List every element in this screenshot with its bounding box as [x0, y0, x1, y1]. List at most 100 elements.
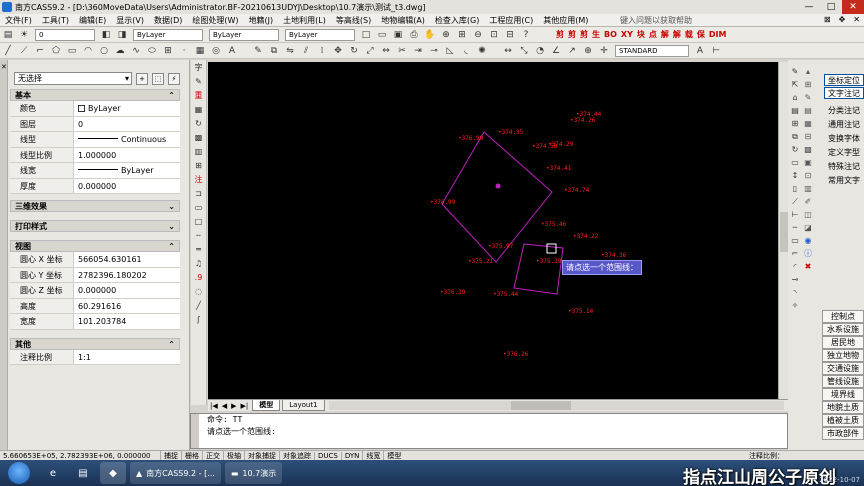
menu-check[interactable]: 检查入库(G) — [430, 15, 484, 26]
command-window-handle[interactable] — [191, 414, 199, 448]
zoom-realtime-icon[interactable]: ⊕ — [440, 29, 452, 41]
line-icon[interactable]: ╱ — [2, 45, 14, 57]
palette-titlebar[interactable]: ✕ — [0, 60, 8, 450]
dim-angular-icon[interactable]: ∠ — [550, 45, 562, 57]
tab-first-icon[interactable]: |◀ — [208, 402, 220, 410]
restore-doc-icon[interactable]: ⊠ — [824, 15, 831, 24]
color-select[interactable]: ByLayer — [133, 28, 203, 41]
prop-row-color[interactable]: 颜色 ByLayer — [10, 101, 180, 117]
section-view[interactable]: 视图 ⌃ — [10, 240, 180, 252]
selection-dropdown[interactable]: 无选择 — [14, 72, 132, 85]
toggle-grid[interactable]: 栅格 — [181, 450, 202, 461]
xline-icon[interactable]: ⟋ — [18, 45, 30, 57]
minimize-button[interactable]: — — [798, 0, 820, 14]
section-other[interactable]: 其他 ⌃ — [10, 337, 180, 350]
grid-tool-icon[interactable]: ⊞ — [193, 160, 205, 172]
prop-row-ltscale[interactable]: 线型比例 1.000000 — [10, 147, 180, 163]
line-tool-icon[interactable]: ╱ — [193, 300, 205, 312]
grid-icon[interactable]: ⊞ — [789, 118, 801, 130]
menu-pipeline-facilities[interactable]: 管线设施 — [822, 375, 864, 388]
properties-icon[interactable]: ⊡ — [488, 29, 500, 41]
info-icon[interactable]: ⓘ — [802, 248, 814, 260]
table-icon[interactable]: ⊟ — [802, 131, 814, 143]
polygon-icon[interactable]: ⬠ — [50, 45, 62, 57]
tab-prev-icon[interactable]: ◀ — [220, 402, 229, 410]
box-tool-icon[interactable]: □ — [193, 216, 205, 228]
elevation-point-label[interactable]: •375.44 — [493, 291, 519, 298]
menu-other[interactable]: 其他应用(M) — [538, 15, 593, 26]
hscroll-thumb[interactable] — [510, 401, 571, 410]
leader-icon[interactable]: ↗ — [566, 45, 578, 57]
fillet-icon[interactable]: ◟ — [460, 45, 472, 57]
measure-icon[interactable]: ⊢ — [789, 209, 801, 221]
menu-independent-features[interactable]: 独立地物 — [822, 349, 864, 362]
chamfer-icon[interactable]: ◺ — [444, 45, 456, 57]
lineweight-select[interactable]: ByLayer — [285, 28, 355, 41]
stretch-icon[interactable]: ⇔ — [380, 45, 392, 57]
toggle-dyn[interactable]: DYN — [340, 451, 363, 460]
lightbulb-icon[interactable]: ☀ — [18, 29, 30, 41]
scale-icon[interactable]: ⤢ — [364, 45, 376, 57]
prop-row-layer[interactable]: 图层 0 — [10, 116, 180, 132]
menu-tools[interactable]: 工具(T) — [37, 15, 74, 26]
toggle-snap[interactable]: 捕捉 — [160, 450, 181, 461]
elevation-point-label[interactable]: •375.39 — [536, 258, 562, 265]
tool-icon[interactable]: ✧ — [789, 300, 801, 312]
toggle-lineweight[interactable]: 线宽 — [362, 450, 383, 461]
frame-icon[interactable]: ▭ — [789, 157, 801, 169]
pickadd-icon[interactable]: + — [136, 72, 148, 85]
tab-model[interactable]: 模型 — [252, 400, 281, 411]
box4-icon[interactable]: ◪ — [802, 222, 814, 234]
menu-feature-edit[interactable]: 地物编辑(A) — [376, 15, 430, 26]
cass-taskbar-icon[interactable]: ◆ — [100, 462, 126, 484]
rectangle-icon[interactable]: ▭ — [66, 45, 78, 57]
dimstyle-icon[interactable]: ⊢ — [710, 45, 722, 57]
save-icon[interactable]: ▣ — [392, 29, 404, 41]
tab-next-icon[interactable]: ▶ — [229, 402, 238, 410]
maximize-button[interactable]: □ — [820, 0, 842, 14]
new-file-icon[interactable]: □ — [360, 29, 372, 41]
design-center-icon[interactable]: ⊟ — [504, 29, 516, 41]
close-button[interactable]: ✕ — [842, 0, 864, 14]
prop-row-center-x[interactable]: 圆心 X 坐标 566054.630161 — [10, 252, 180, 268]
open-folder-icon[interactable]: ▭ — [376, 29, 388, 41]
pick-icon[interactable]: ⇱ — [789, 79, 801, 91]
mtext-icon[interactable]: A — [226, 45, 238, 57]
prop-row-linetype[interactable]: 线型 Continuous — [10, 132, 180, 148]
elevation-point-label[interactable]: •375.46 — [541, 221, 567, 228]
spiral-tool-icon[interactable]: ʃ — [193, 314, 205, 326]
layer-tool-icon[interactable]: ▦ — [193, 104, 205, 116]
explode-tool-2[interactable]: 解 — [673, 29, 681, 40]
elevation-point-label[interactable]: •375.97 — [488, 243, 514, 250]
menu-text-annotate[interactable]: 文字注记 — [824, 87, 864, 99]
ie-icon[interactable]: e — [40, 462, 66, 484]
prop-row-center-y[interactable]: 圆心 Y 坐标 2782396.180202 — [10, 267, 180, 283]
drawing-canvas[interactable]: •376.99 •374.35 •374.44 •374.26 •374.58 •374.… — [208, 62, 778, 399]
tab-last-icon[interactable]: ▶| — [239, 402, 251, 410]
toggle-osnap[interactable]: 对象捕捉 — [244, 450, 279, 461]
select-objects-icon[interactable]: ⬚ — [152, 72, 164, 85]
elevation-point-label[interactable]: •374.26 — [570, 117, 596, 124]
trim-tool-2[interactable]: 剪 — [568, 29, 576, 40]
toggle-polar[interactable]: 极轴 — [223, 450, 244, 461]
command-prompt-line[interactable]: 请点选一个范围线: — [191, 426, 787, 438]
dim-linear-icon[interactable]: ↔ — [502, 45, 514, 57]
arrow-up-icon[interactable]: ▴ — [802, 66, 814, 78]
toggle-ortho[interactable]: 正交 — [202, 450, 223, 461]
insert-block-icon[interactable]: ⊞ — [162, 45, 174, 57]
break-icon[interactable]: ⊸ — [428, 45, 440, 57]
menu-engineering[interactable]: 工程应用(C) — [484, 15, 538, 26]
menu-traffic-facilities[interactable]: 交通设施 — [822, 362, 864, 375]
move-doc-icon[interactable]: ✥ — [839, 15, 846, 24]
offset-icon[interactable]: ⫽ — [300, 45, 312, 57]
elevation-point-label[interactable]: •374.36 — [601, 252, 627, 259]
brush-icon[interactable]: ✎ — [193, 76, 205, 88]
menu-vegetation-soil[interactable]: 植被土质 — [822, 414, 864, 427]
menu-special-annotate[interactable]: 特殊注记 — [824, 161, 864, 173]
section-print[interactable]: 打印样式 ⌄ — [10, 220, 180, 232]
command-window[interactable]: 命令: TT 请点选一个范围线: — [190, 413, 788, 449]
explode-icon[interactable]: ✺ — [476, 45, 488, 57]
region-icon[interactable]: ◎ — [210, 45, 222, 57]
link-icon[interactable]: ⊸ — [789, 274, 801, 286]
menu-draw[interactable]: 绘图处理(W) — [187, 15, 243, 26]
